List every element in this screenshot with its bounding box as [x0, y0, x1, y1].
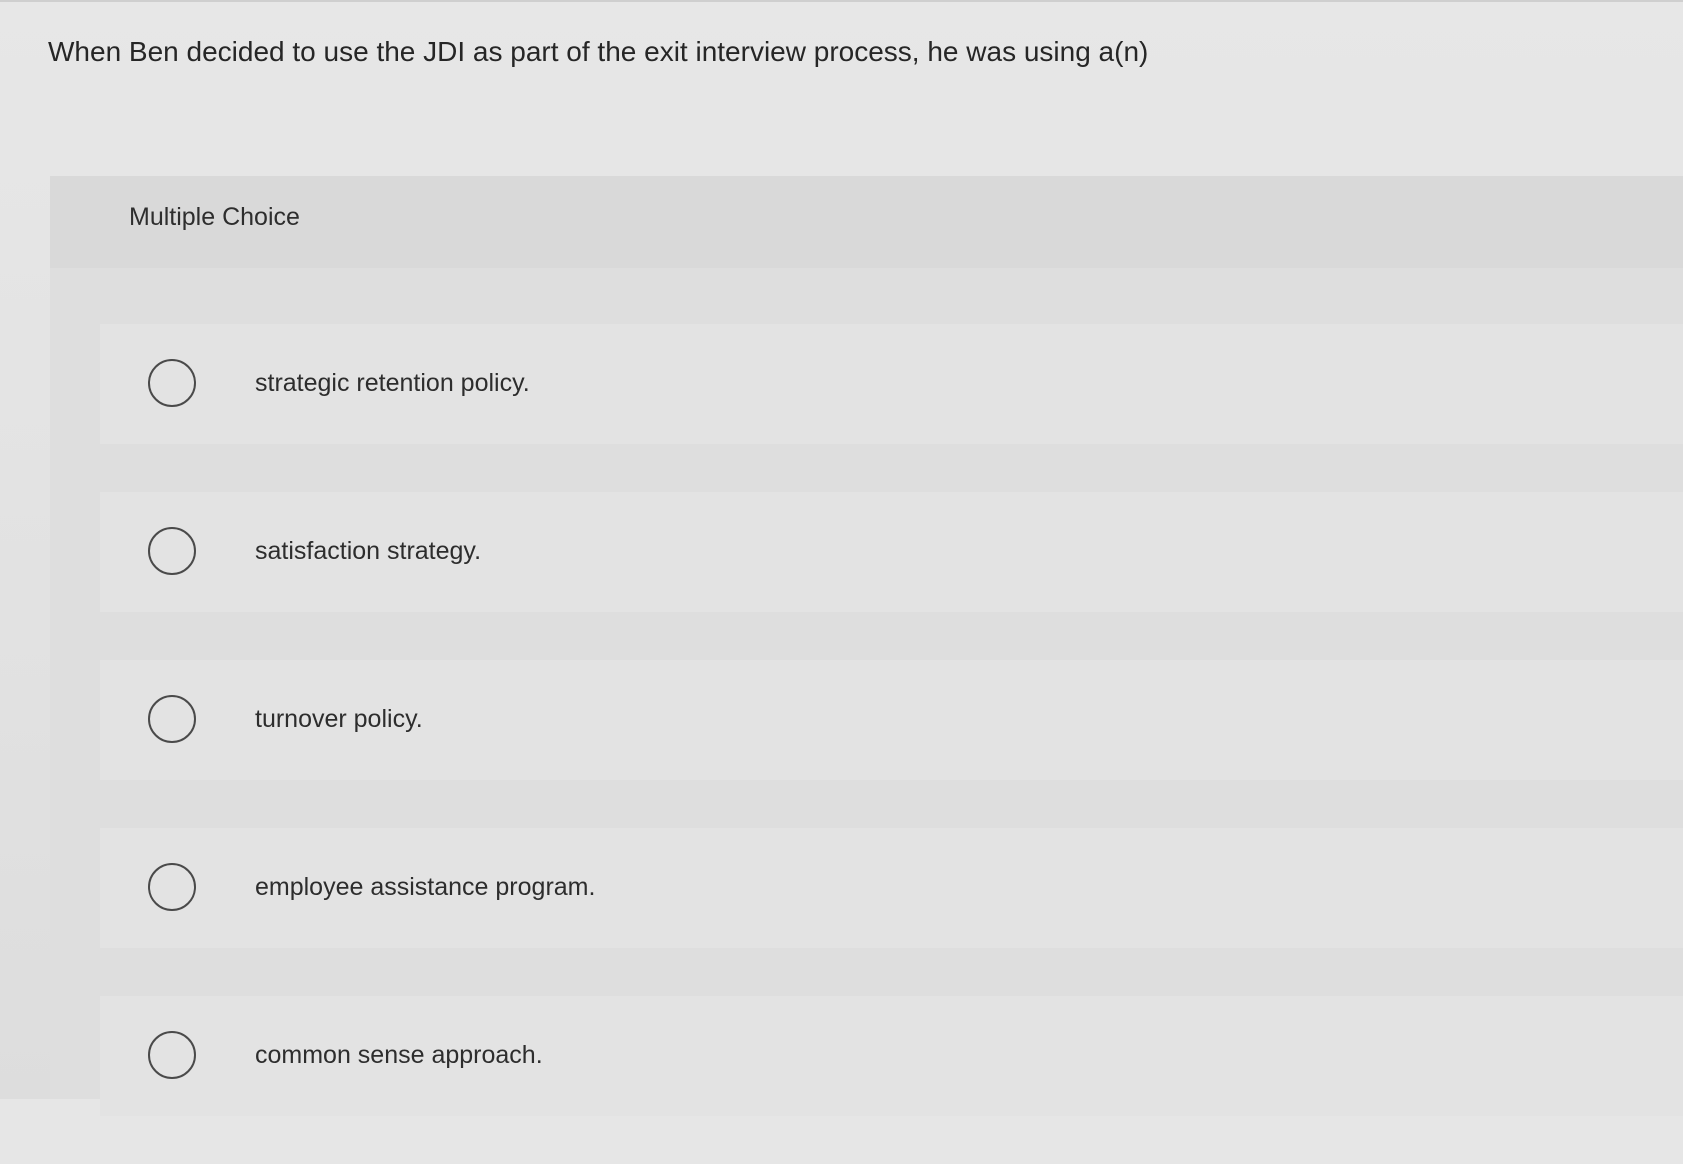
answer-option-employee-assistance-program[interactable]: employee assistance program.: [100, 828, 1683, 948]
answer-option-label: turnover policy.: [255, 705, 423, 733]
multiple-choice-header: Multiple Choice: [50, 176, 1683, 268]
radio-button-icon[interactable]: [148, 359, 196, 407]
radio-button-icon[interactable]: [148, 695, 196, 743]
answer-option-label: common sense approach.: [255, 1041, 543, 1069]
top-divider: [0, 0, 1683, 2]
multiple-choice-panel: Multiple Choice strategic retention poli…: [50, 176, 1683, 1116]
answer-options: strategic retention policy. satisfaction…: [100, 324, 1683, 1164]
answer-option-strategic-retention-policy[interactable]: strategic retention policy.: [100, 324, 1683, 444]
answer-option-label: employee assistance program.: [255, 873, 596, 901]
radio-button-icon[interactable]: [148, 1031, 196, 1079]
question-text: When Ben decided to use the JDI as part …: [48, 36, 1149, 67]
radio-button-icon[interactable]: [148, 863, 196, 911]
answer-option-label: satisfaction strategy.: [255, 537, 482, 565]
answer-option-label: strategic retention policy.: [255, 369, 530, 397]
radio-button-icon[interactable]: [148, 527, 196, 575]
quiz-page: When Ben decided to use the JDI as part …: [0, 0, 1683, 1116]
multiple-choice-title: Multiple Choice: [129, 203, 300, 231]
answer-option-common-sense-approach[interactable]: common sense approach.: [100, 996, 1683, 1116]
answer-option-satisfaction-strategy[interactable]: satisfaction strategy.: [100, 492, 1683, 612]
answer-option-turnover-policy[interactable]: turnover policy.: [100, 660, 1683, 780]
